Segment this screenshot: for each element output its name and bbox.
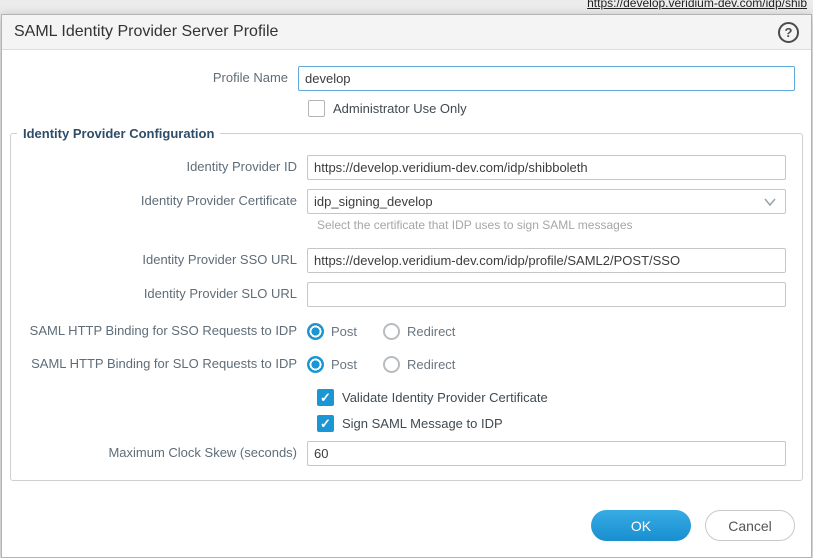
sign-saml-label: Sign SAML Message to IDP — [342, 416, 503, 431]
profile-name-label: Profile Name — [2, 70, 298, 87]
sso-binding-redirect-option[interactable]: Redirect — [383, 323, 455, 340]
slo-url-label: Identity Provider SLO URL — [11, 286, 307, 303]
sso-binding-row: SAML HTTP Binding for SSO Requests to ID… — [11, 323, 802, 340]
background-page-url: https://develop.veridium-dev.com/idp/shi… — [587, 0, 807, 10]
sso-binding-label: SAML HTTP Binding for SSO Requests to ID… — [11, 323, 307, 340]
slo-binding-post-label: Post — [331, 357, 357, 372]
dialog-body: Profile Name Administrator Use Only Iden… — [2, 50, 811, 557]
help-icon[interactable]: ? — [778, 22, 799, 43]
admin-use-only-label: Administrator Use Only — [333, 101, 467, 116]
check-icon: ✓ — [320, 417, 331, 430]
sso-url-label: Identity Provider SSO URL — [11, 252, 307, 269]
sso-url-row: Identity Provider SSO URL — [11, 248, 802, 273]
idp-certificate-value: idp_signing_develop — [314, 194, 433, 209]
slo-url-input[interactable] — [307, 282, 786, 307]
profile-name-input[interactable] — [298, 66, 795, 91]
sso-url-input[interactable] — [307, 248, 786, 273]
slo-url-row: Identity Provider SLO URL — [11, 282, 802, 307]
radio-unselected-icon[interactable] — [383, 323, 400, 340]
validate-cert-checkbox[interactable]: ✓ — [317, 389, 334, 406]
chevron-down-icon — [763, 197, 777, 207]
sign-saml-checkbox[interactable]: ✓ — [317, 415, 334, 432]
validate-cert-row: ✓ Validate Identity Provider Certificate — [317, 389, 802, 406]
clock-skew-label: Maximum Clock Skew (seconds) — [11, 445, 307, 462]
section-legend: Identity Provider Configuration — [17, 126, 220, 141]
clock-skew-row: Maximum Clock Skew (seconds) — [11, 441, 802, 466]
idp-certificate-dropdown[interactable]: idp_signing_develop — [307, 189, 786, 214]
radio-selected-icon[interactable] — [307, 356, 324, 373]
admin-use-only-checkbox[interactable] — [308, 100, 325, 117]
sso-binding-redirect-label: Redirect — [407, 324, 455, 339]
sso-binding-post-label: Post — [331, 324, 357, 339]
saml-idp-profile-dialog: SAML Identity Provider Server Profile ? … — [1, 14, 812, 558]
slo-binding-radio-group: Post Redirect — [307, 356, 455, 373]
check-icon: ✓ — [320, 391, 331, 404]
idp-certificate-label: Identity Provider Certificate — [11, 193, 307, 210]
dialog-header: SAML Identity Provider Server Profile ? — [2, 15, 811, 50]
idp-id-row: Identity Provider ID — [11, 155, 802, 180]
identity-provider-configuration-section: Identity Provider Configuration Identity… — [10, 126, 803, 481]
admin-use-only-row: Administrator Use Only — [308, 100, 811, 117]
dialog-footer: OK Cancel — [591, 510, 795, 541]
profile-name-row: Profile Name — [2, 66, 811, 91]
idp-id-label: Identity Provider ID — [11, 159, 307, 176]
slo-binding-redirect-option[interactable]: Redirect — [383, 356, 455, 373]
slo-binding-row: SAML HTTP Binding for SLO Requests to ID… — [11, 356, 802, 373]
slo-binding-redirect-label: Redirect — [407, 357, 455, 372]
sso-binding-post-option[interactable]: Post — [307, 323, 357, 340]
radio-unselected-icon[interactable] — [383, 356, 400, 373]
slo-binding-post-option[interactable]: Post — [307, 356, 357, 373]
slo-binding-label: SAML HTTP Binding for SLO Requests to ID… — [11, 356, 307, 373]
ok-button[interactable]: OK — [591, 510, 691, 541]
radio-selected-icon[interactable] — [307, 323, 324, 340]
validate-cert-label: Validate Identity Provider Certificate — [342, 390, 548, 405]
cancel-button[interactable]: Cancel — [705, 510, 795, 541]
idp-certificate-row: Identity Provider Certificate idp_signin… — [11, 189, 802, 214]
sign-saml-row: ✓ Sign SAML Message to IDP — [317, 415, 802, 432]
idp-id-input[interactable] — [307, 155, 786, 180]
dialog-title: SAML Identity Provider Server Profile — [14, 23, 278, 41]
clock-skew-input[interactable] — [307, 441, 786, 466]
idp-certificate-help-text: Select the certificate that IDP uses to … — [317, 218, 786, 232]
sso-binding-radio-group: Post Redirect — [307, 323, 455, 340]
